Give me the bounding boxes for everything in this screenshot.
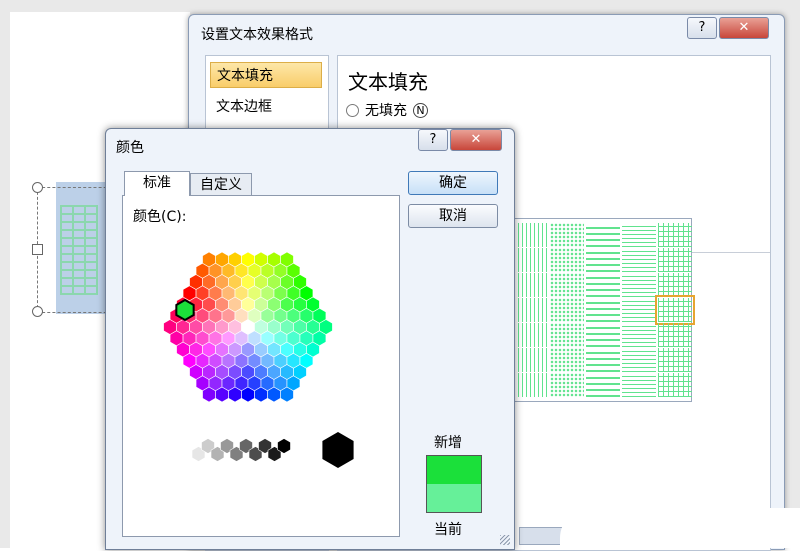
no-fill-option[interactable]: 无填充 N xyxy=(346,100,428,120)
pattern-swatch[interactable] xyxy=(622,298,656,322)
new-color-label: 新增 xyxy=(434,435,462,451)
pattern-swatch[interactable] xyxy=(658,248,692,272)
pattern-swatch[interactable] xyxy=(514,223,548,247)
color-dialog-title: 颜色 xyxy=(116,140,144,156)
black-swatch[interactable] xyxy=(322,432,354,468)
pattern-swatch[interactable] xyxy=(550,223,584,247)
color-close-button[interactable]: ✕ xyxy=(450,129,502,151)
color-honeycomb[interactable] xyxy=(123,196,399,536)
pattern-swatch[interactable] xyxy=(514,298,548,322)
radio-icon[interactable] xyxy=(346,103,359,117)
resize-handle-left[interactable] xyxy=(32,244,43,255)
close-button[interactable]: ✕ xyxy=(719,17,769,39)
pattern-grid xyxy=(509,218,695,402)
dialog-title: 设置文本效果格式 xyxy=(201,27,313,43)
ok-button[interactable]: 确定 xyxy=(408,171,498,195)
nav-item-text-outline[interactable]: 文本边框 xyxy=(210,94,322,120)
current-color-swatch xyxy=(427,484,481,512)
pattern-swatch[interactable] xyxy=(658,273,692,297)
color-dialog: 颜色 ? ✕ 标准 自定义 颜色(C): 确定 取消 新增 当前 xyxy=(105,128,515,550)
pattern-swatch[interactable] xyxy=(658,373,692,397)
pattern-swatch[interactable] xyxy=(586,373,620,397)
tab-standard[interactable]: 标准 xyxy=(124,171,190,196)
pattern-swatch[interactable] xyxy=(658,323,692,347)
shortcut-badge: N xyxy=(413,102,428,118)
pattern-swatch[interactable] xyxy=(586,223,620,247)
pattern-swatch[interactable] xyxy=(586,273,620,297)
pattern-swatch[interactable] xyxy=(655,295,695,325)
pattern-swatch[interactable] xyxy=(658,348,692,372)
pattern-swatch[interactable] xyxy=(586,348,620,372)
pattern-swatch[interactable] xyxy=(514,373,548,397)
pattern-swatch[interactable] xyxy=(514,323,548,347)
color-help-button[interactable]: ? xyxy=(418,129,448,151)
pattern-swatch[interactable] xyxy=(586,323,620,347)
cancel-button[interactable]: 取消 xyxy=(408,204,498,228)
resize-grip[interactable] xyxy=(500,535,510,545)
pattern-swatch[interactable] xyxy=(514,273,548,297)
page-corner xyxy=(560,508,800,548)
pattern-swatch[interactable] xyxy=(622,373,656,397)
color-compare-box xyxy=(426,455,482,513)
section-title: 文本填充 xyxy=(348,70,428,94)
pattern-swatch[interactable] xyxy=(514,248,548,272)
pattern-swatch[interactable] xyxy=(622,273,656,297)
pattern-swatch[interactable] xyxy=(586,248,620,272)
pattern-swatch[interactable] xyxy=(550,273,584,297)
pattern-swatch[interactable] xyxy=(622,248,656,272)
pattern-swatch[interactable] xyxy=(586,298,620,322)
new-color-swatch xyxy=(427,456,481,484)
pattern-swatch[interactable] xyxy=(550,348,584,372)
pattern-swatch[interactable] xyxy=(622,323,656,347)
resize-handle-bottom-left[interactable] xyxy=(32,306,43,317)
current-color-label: 当前 xyxy=(434,522,462,538)
standard-colors-panel: 颜色(C): xyxy=(122,195,400,537)
pattern-swatch[interactable] xyxy=(622,223,656,247)
pattern-swatch[interactable] xyxy=(622,348,656,372)
no-fill-label: 无填充 xyxy=(365,103,407,119)
help-button[interactable]: ? xyxy=(687,17,717,39)
pattern-swatch[interactable] xyxy=(658,223,692,247)
selected-swatch-marker[interactable] xyxy=(175,298,195,322)
pattern-swatch[interactable] xyxy=(550,298,584,322)
pattern-swatch[interactable] xyxy=(550,248,584,272)
pattern-swatch[interactable] xyxy=(550,373,584,397)
resize-handle-top-left[interactable] xyxy=(32,182,43,193)
tab-custom[interactable]: 自定义 xyxy=(190,173,252,196)
pattern-swatch[interactable] xyxy=(550,323,584,347)
nav-item-text-fill[interactable]: 文本填充 xyxy=(210,62,322,88)
pattern-swatch[interactable] xyxy=(514,348,548,372)
